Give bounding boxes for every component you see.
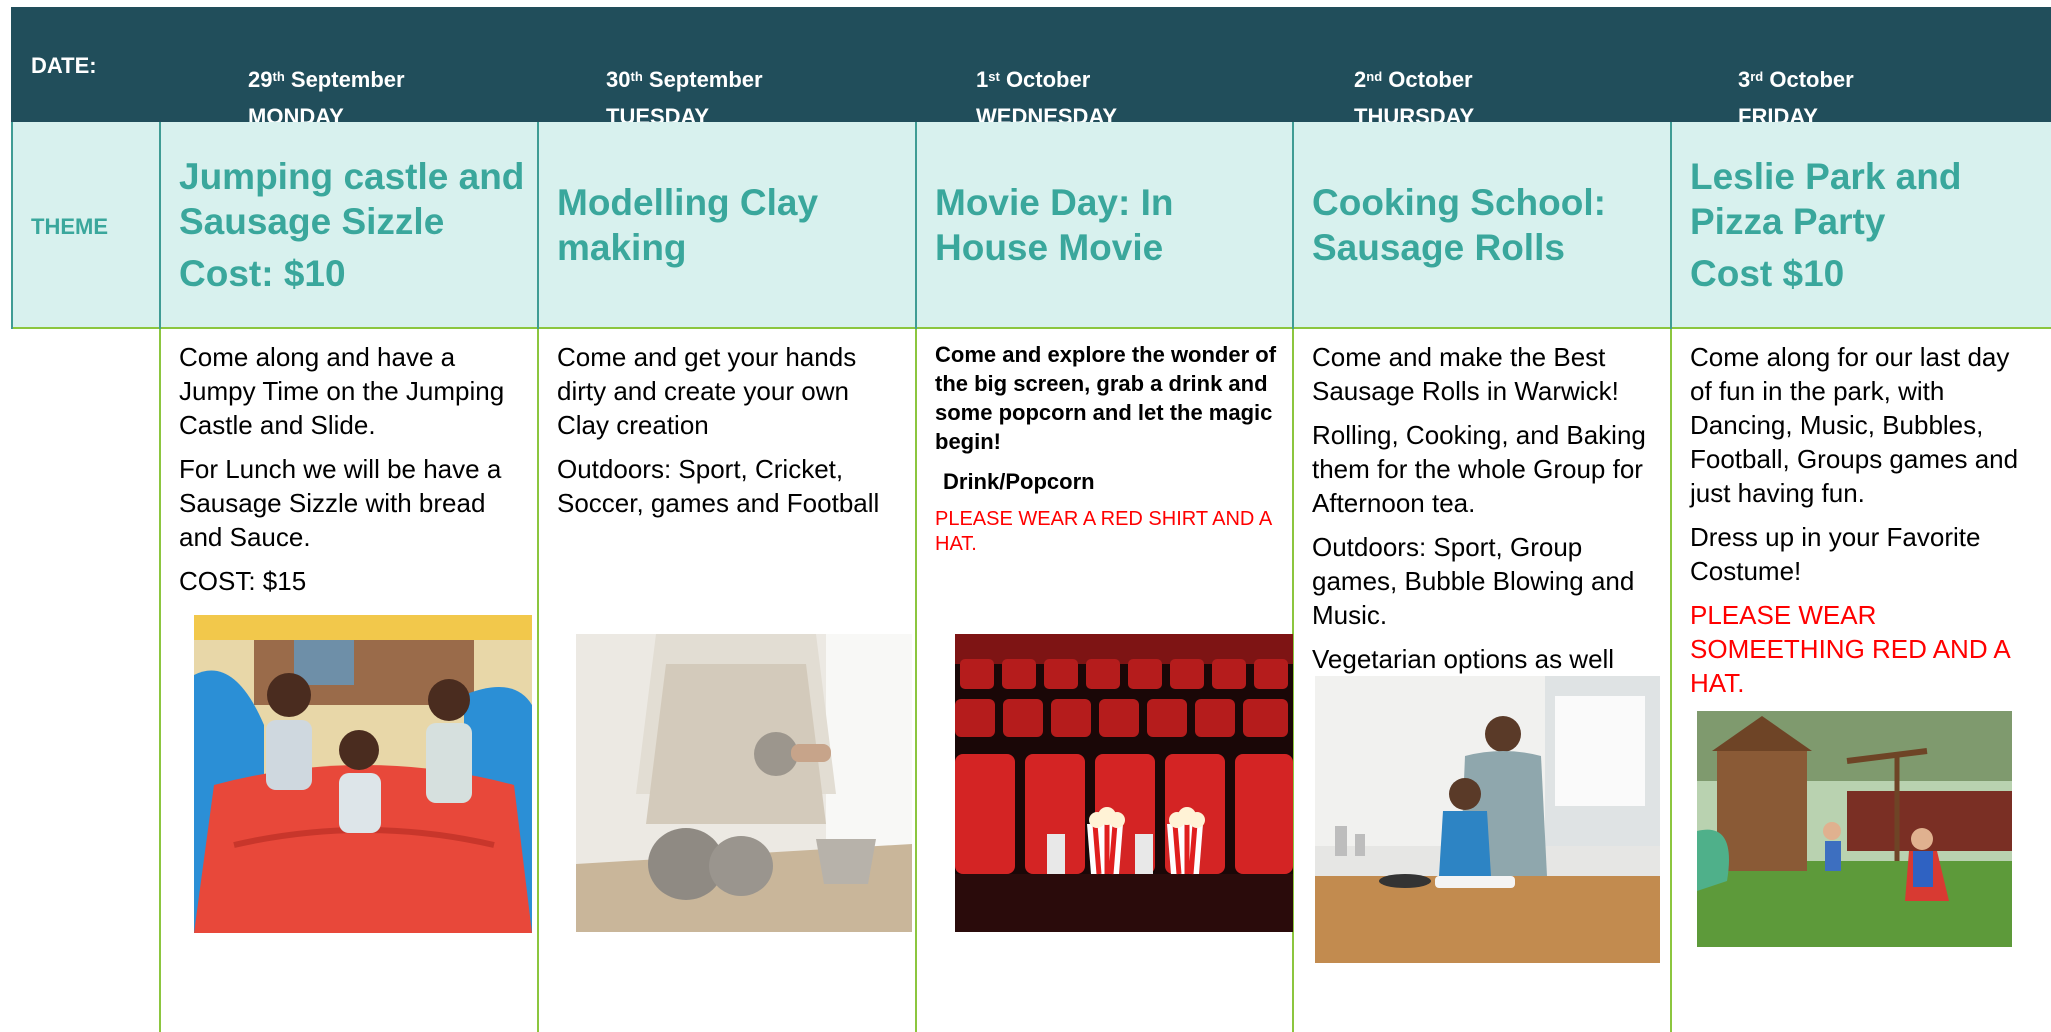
details-monday: Come along and have a Jumpy Time on the … [179, 340, 527, 608]
grid-line [159, 329, 161, 1032]
detail-text: Come along and have a Jumpy Time on the … [179, 342, 505, 440]
detail-cost: COST: $15 [179, 566, 307, 596]
grid-line [537, 329, 539, 1032]
theme-title: Cooking School: Sausage Rolls [1312, 181, 1606, 268]
warning-text: PLEASE WEAR SOMEETHING RED AND A HAT. [1690, 600, 2010, 698]
detail-text: Dress up in your Favorite Costume! [1690, 522, 1981, 586]
detail-text: Come and explore the wonder of the big s… [935, 342, 1277, 454]
detail-text: Outdoors: Sport, Cricket, Soccer, games … [557, 454, 880, 518]
detail-subheading: Drink/Popcorn [943, 469, 1095, 494]
grid-line [1292, 122, 1294, 329]
theme-thursday: Cooking School: Sausage Rolls [1312, 122, 1667, 327]
theme-label: THEME [31, 214, 108, 239]
detail-text: Come and make the Best Sausage Rolls in … [1312, 342, 1619, 406]
grid-line [1670, 329, 1672, 1032]
grid-line [915, 329, 917, 1032]
grid-line [159, 122, 161, 329]
theme-friday: Leslie Park and Pizza Party Cost $10 [1690, 122, 2030, 327]
detail-text: Rolling, Cooking, and Baking them for th… [1312, 420, 1646, 518]
theme-monday: Jumping castle and Sausage Sizzle Cost: … [179, 122, 529, 327]
grid-line [1670, 122, 1672, 329]
detail-text: Come along for our last day of fun in th… [1690, 342, 2019, 508]
grid-line [915, 122, 917, 329]
clay-making-photo [576, 634, 912, 932]
detail-text: For Lunch we will be have a Sausage Sizz… [179, 454, 502, 552]
date-header-row: DATE: 29th September MONDAY 30th Septemb… [11, 7, 2051, 129]
grid-line [537, 122, 539, 329]
theme-title: Leslie Park and Pizza Party [1690, 155, 1962, 242]
warning-text: PLEASE WEAR A RED SHIRT AND A HAT. [935, 508, 1272, 555]
theme-cost: Cost $10 [1690, 252, 1845, 294]
detail-text: Vegetarian options as well [1312, 644, 1615, 674]
details-wednesday: Come and explore the wonder of the big s… [935, 340, 1280, 568]
movie-theater-photo [955, 634, 1293, 932]
park-playground-photo [1697, 711, 2012, 947]
grid-line [11, 122, 13, 329]
details-friday: Come along for our last day of fun in th… [1690, 340, 2035, 710]
jumping-castle-photo [194, 615, 532, 933]
detail-text: Outdoors: Sport, Group games, Bubble Blo… [1312, 532, 1635, 630]
theme-title: Jumping castle and Sausage Sizzle [179, 155, 525, 242]
theme-title: Modelling Clay making [557, 181, 819, 268]
details-tuesday: Come and get your hands dirty and create… [557, 340, 905, 530]
detail-text: Come and get your hands dirty and create… [557, 342, 857, 440]
details-thursday: Come and make the Best Sausage Rolls in … [1312, 340, 1662, 686]
cooking-school-photo [1315, 676, 1660, 963]
theme-tuesday: Modelling Clay making [557, 122, 907, 327]
theme-title: Movie Day: In House Movie [935, 181, 1174, 268]
theme-wednesday: Movie Day: In House Movie [935, 122, 1285, 327]
date-label: DATE: [31, 53, 97, 78]
theme-cost: Cost: $10 [179, 252, 346, 294]
